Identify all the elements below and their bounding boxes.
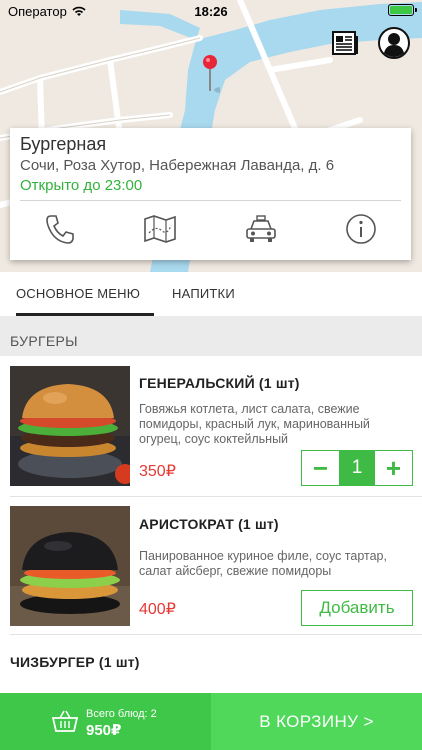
taxi-icon	[245, 215, 276, 242]
card-divider	[20, 200, 401, 201]
tab-drinks[interactable]: НАПИТКИ	[172, 286, 235, 301]
taxi-button[interactable]	[241, 212, 281, 246]
menu-item: ГЕНЕРАЛЬСКИЙ (1 шт) Говяжья котлета, лис…	[0, 356, 422, 497]
item-price: 350₽	[139, 463, 176, 480]
location-pin-icon[interactable]	[202, 54, 220, 94]
info-button[interactable]	[341, 212, 381, 246]
checkout-button[interactable]: В КОРЗИНУ >	[211, 693, 422, 750]
decrement-button[interactable]: −	[302, 451, 339, 485]
open-status: Открыто до 23:00	[20, 177, 143, 194]
restaurant-card: Бургерная Сочи, Роза Хутор, Набережная Л…	[10, 128, 411, 260]
news-icon[interactable]	[330, 28, 360, 58]
map-icon	[144, 215, 177, 243]
quantity-value: 1	[339, 451, 375, 485]
item-name: АРИСТОКРАТ (1 шт)	[139, 516, 279, 532]
cart-summary[interactable]: Всего блюд: 2 950₽	[0, 693, 211, 750]
item-description: Говяжья котлета, лист салата, свежие пом…	[139, 402, 370, 446]
profile-icon[interactable]	[378, 27, 410, 59]
section-header: БУРГЕРЫ	[0, 316, 422, 356]
menu-tabs: ОСНОВНОЕ МЕНЮ НАПИТКИ	[0, 272, 422, 316]
call-button[interactable]	[40, 212, 80, 246]
card-actions	[10, 208, 411, 250]
cart-count: Всего блюд: 2	[86, 708, 157, 720]
section-title: БУРГЕРЫ	[10, 333, 78, 349]
item-name: ЧИЗБУРГЕР (1 шт)	[10, 654, 140, 670]
info-icon	[346, 214, 376, 244]
battery-level	[390, 6, 412, 14]
item-photo[interactable]	[10, 506, 130, 626]
wifi-icon	[72, 6, 86, 16]
item-name: ГЕНЕРАЛЬСКИЙ (1 шт)	[139, 375, 300, 391]
add-to-cart-button[interactable]: Добавить	[301, 590, 413, 626]
quantity-stepper: − 1 +	[301, 450, 413, 486]
cart-total: 950₽	[86, 722, 122, 739]
increment-button[interactable]: +	[375, 451, 412, 485]
battery-icon	[388, 4, 417, 16]
basket-icon	[52, 710, 78, 732]
restaurant-name: Бургерная	[20, 134, 107, 154]
item-description: Панированное куриное филе, соус тартар, …	[139, 549, 387, 578]
item-photo[interactable]	[10, 366, 130, 486]
restaurant-address: Сочи, Роза Хутор, Набережная Лаванда, д.…	[20, 157, 335, 174]
cart-bar: Всего блюд: 2 950₽ В КОРЗИНУ >	[0, 693, 422, 750]
item-price: 400₽	[139, 601, 176, 618]
carrier-label: Оператор	[8, 3, 67, 19]
menu-item: АРИСТОКРАТ (1 шт) Панированное куриное ф…	[0, 497, 422, 635]
tab-main-menu[interactable]: ОСНОВНОЕ МЕНЮ	[16, 286, 140, 301]
menu-item: ЧИЗБУРГЕР (1 шт)	[0, 635, 422, 693]
phone-icon	[46, 215, 74, 244]
map-button[interactable]	[140, 212, 180, 246]
status-bar: Оператор 18:26	[0, 0, 422, 22]
